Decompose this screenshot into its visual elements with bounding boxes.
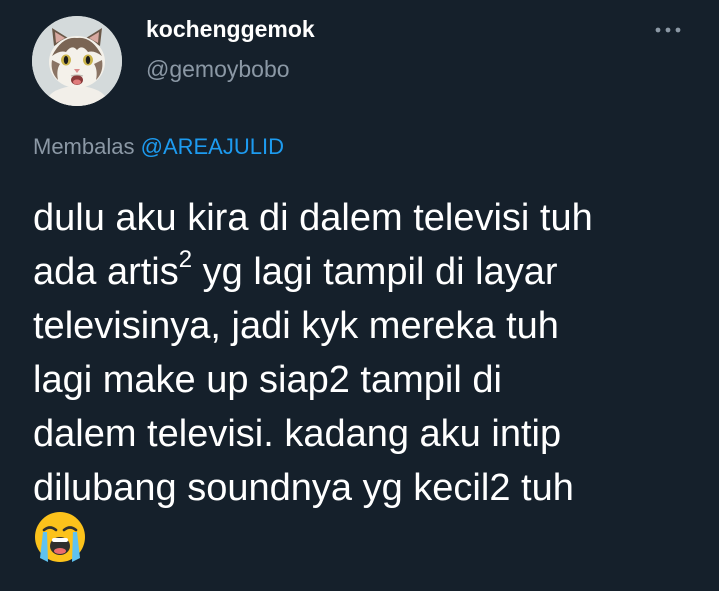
tweet-line: ada artis2 yg lagi tampil di layar <box>33 245 703 299</box>
tweet-line: dalem televisi. kadang aku intip <box>33 413 562 455</box>
avatar[interactable] <box>32 16 122 106</box>
tweet-line: televisinya, jadi kyk mereka tuh <box>33 305 559 347</box>
cat-avatar-icon <box>32 16 122 106</box>
reply-mention-link[interactable]: @AREAJULID <box>141 134 284 159</box>
more-dots-icon <box>655 27 681 33</box>
more-options-button[interactable] <box>651 20 685 40</box>
tweet-line: lagi make up siap2 tampil di <box>33 359 502 401</box>
superscript-two: 2 <box>178 246 193 274</box>
tweet-text: dulu aku kira di dalem televisi tuh ada … <box>33 191 703 515</box>
tweet-text-fragment: yg lagi tampil di layar <box>192 251 558 293</box>
replying-to: Membalas @AREAJULID <box>33 134 284 160</box>
replying-to-label: Membalas <box>33 134 135 159</box>
loudly-crying-face-icon <box>33 510 87 564</box>
tweet-text-fragment: ada artis <box>33 251 179 293</box>
tweet-line: dulu aku kira di dalem televisi tuh <box>33 197 593 239</box>
author-display-name[interactable]: kochenggemok <box>146 16 315 43</box>
tweet-line: dilubang soundnya yg kecil2 tuh <box>33 467 574 509</box>
author-handle[interactable]: @gemoybobo <box>146 56 290 83</box>
